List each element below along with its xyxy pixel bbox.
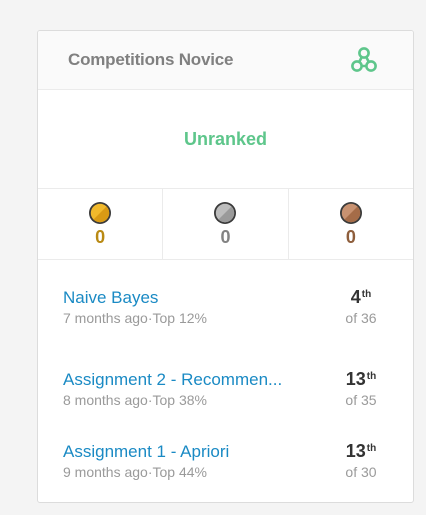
medal-silver: 0 — [163, 189, 289, 259]
competition-total: of 35 — [345, 392, 377, 408]
competition-meta: 7 months ago·Top 12% — [63, 310, 207, 326]
card-header: Competitions Novice — [38, 31, 413, 90]
medal-gold: 0 — [38, 189, 164, 259]
competition-list: Naive Bayes 7 months ago·Top 12% 4th of … — [38, 281, 413, 497]
medal-silver-count: 0 — [220, 227, 231, 247]
competition-link[interactable]: Naive Bayes — [63, 287, 207, 309]
medal-bronze-count: 0 — [345, 227, 356, 247]
competition-link[interactable]: Assignment 2 - Recommen... — [63, 369, 282, 391]
list-item: Naive Bayes 7 months ago·Top 12% 4th of … — [63, 281, 413, 333]
gold-medal-icon — [89, 202, 112, 224]
competition-link[interactable]: Assignment 1 - Apriori — [63, 441, 229, 463]
medal-counts: 0 0 0 — [38, 189, 413, 260]
medal-gold-count: 0 — [95, 227, 106, 247]
bronze-medal-icon — [339, 202, 362, 224]
competition-rank: 13th — [345, 369, 377, 389]
competition-total: of 36 — [345, 310, 377, 326]
competition-meta: 9 months ago·Top 44% — [63, 464, 207, 480]
card-title: Competitions Novice — [68, 50, 234, 69]
list-item: Assignment 2 - Recommen... 8 months ago·… — [63, 353, 413, 425]
competition-rank: 4th — [350, 287, 372, 307]
rank-section: Unranked — [38, 90, 413, 189]
competition-total: of 30 — [345, 464, 377, 480]
network-tier-icon — [349, 45, 379, 75]
competitions-card: Competitions Novice Unranked 0 0 0 Naive… — [37, 30, 414, 503]
competition-rank: 13th — [345, 441, 377, 461]
competition-meta: 8 months ago·Top 38% — [63, 392, 207, 408]
medal-bronze: 0 — [289, 189, 413, 259]
rank-status: Unranked — [183, 128, 268, 149]
silver-medal-icon — [214, 202, 237, 224]
list-item: Assignment 1 - Apriori 9 months ago·Top … — [63, 425, 413, 497]
